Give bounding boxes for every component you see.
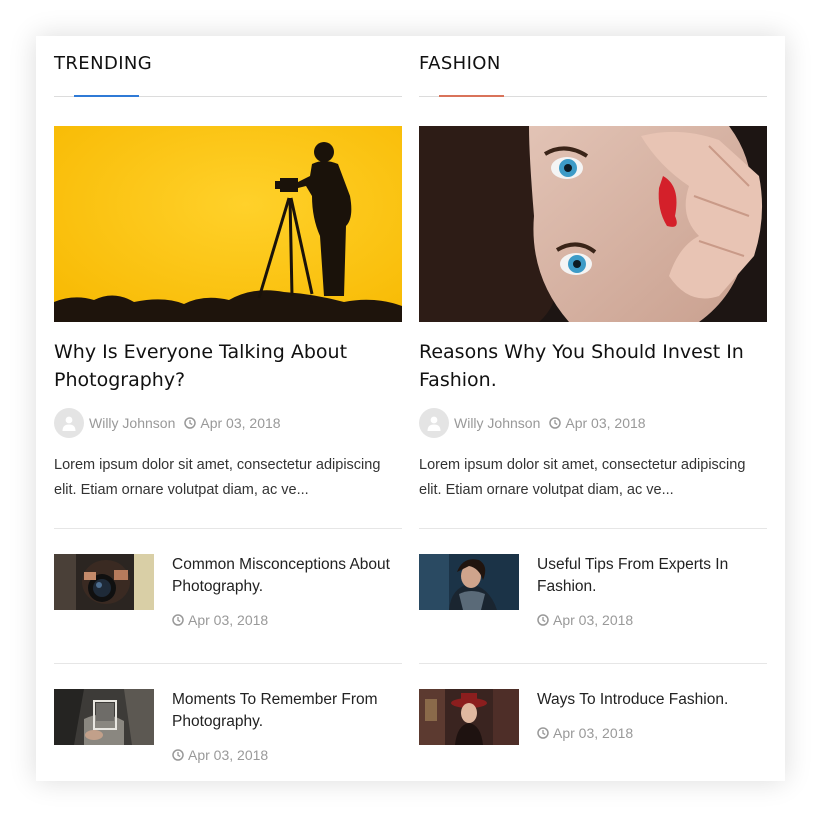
post-date: Apr 03, 2018 <box>537 612 633 628</box>
thumbnail-link[interactable] <box>54 689 154 745</box>
camera-lens-image <box>54 554 154 610</box>
clock-icon <box>549 417 562 429</box>
post-title-link[interactable]: Moments To Remember From Photography. <box>172 689 397 733</box>
thumbnail-link[interactable] <box>419 554 519 610</box>
list-item: Common Misconceptions About Photography.… <box>54 554 402 634</box>
date-text: Apr 03, 2018 <box>553 725 634 741</box>
list-item: Ways To Introduce Fashion. Apr 03, 2018 <box>419 689 767 769</box>
section-title: FASHION <box>419 53 501 74</box>
woman-red-hat-image <box>419 689 519 745</box>
avatar <box>54 408 84 438</box>
thumbnail-link[interactable] <box>54 554 154 610</box>
post-meta: Willy Johnson Apr 03, 2018 <box>54 408 281 438</box>
post-date: Apr 03, 2018 <box>565 415 646 431</box>
clock-icon <box>184 417 197 429</box>
divider <box>419 663 767 664</box>
post-excerpt: Lorem ipsum dolor sit amet, consectetur … <box>419 457 746 498</box>
clock-icon <box>537 727 549 739</box>
polaroid-cave-image <box>54 689 154 745</box>
post-date: Apr 03, 2018 <box>200 415 281 431</box>
featured-image-link[interactable] <box>54 126 402 322</box>
post-meta: Willy Johnson Apr 03, 2018 <box>419 408 646 438</box>
featured-post-title[interactable]: Reasons Why You Should Invest In Fashion… <box>419 338 767 394</box>
author-link[interactable]: Willy Johnson <box>89 415 175 431</box>
woman-winter-coat-image <box>419 554 519 610</box>
post-title-link[interactable]: Ways To Introduce Fashion. <box>537 689 762 711</box>
section-header: FASHION <box>419 36 767 97</box>
featured-post-title[interactable]: Why Is Everyone Talking About Photograph… <box>54 338 402 394</box>
list-item: Moments To Remember From Photography. Ap… <box>54 689 402 769</box>
clock-icon <box>172 614 184 626</box>
thumbnail-link[interactable] <box>419 689 519 745</box>
trending-column: TRENDING Why Is Everyone Talking About P… <box>54 36 402 763</box>
news-widget-card: TRENDING Why Is Everyone Talking About P… <box>36 36 785 781</box>
photographer-silhouette-image <box>54 126 402 322</box>
section-title: TRENDING <box>54 53 153 74</box>
list-item: Useful Tips From Experts In Fashion. Apr… <box>419 554 767 634</box>
post-date: Apr 03, 2018 <box>172 612 268 628</box>
user-icon <box>62 416 76 431</box>
date-text: Apr 03, 2018 <box>188 747 269 763</box>
post-title-link[interactable]: Common Misconceptions About Photography. <box>172 554 397 598</box>
clock-icon <box>537 614 549 626</box>
section-accent-bar <box>439 95 504 97</box>
avatar <box>419 408 449 438</box>
date-text: Apr 03, 2018 <box>553 612 634 628</box>
section-accent-bar <box>74 95 139 97</box>
clock-icon <box>172 749 184 761</box>
user-icon <box>427 416 441 431</box>
featured-image-link[interactable] <box>419 126 767 322</box>
date-text: Apr 03, 2018 <box>188 612 269 628</box>
post-date: Apr 03, 2018 <box>537 725 633 741</box>
divider <box>419 528 767 529</box>
blue-eyed-woman-image <box>419 126 767 322</box>
divider <box>54 663 402 664</box>
author-link[interactable]: Willy Johnson <box>454 415 540 431</box>
post-title-link[interactable]: Useful Tips From Experts In Fashion. <box>537 554 762 598</box>
post-date: Apr 03, 2018 <box>172 747 268 763</box>
section-header: TRENDING <box>54 36 402 97</box>
divider <box>54 528 402 529</box>
fashion-column: FASHION Reasons Why You Should Invest In… <box>419 36 767 745</box>
post-excerpt: Lorem ipsum dolor sit amet, consectetur … <box>54 457 381 498</box>
